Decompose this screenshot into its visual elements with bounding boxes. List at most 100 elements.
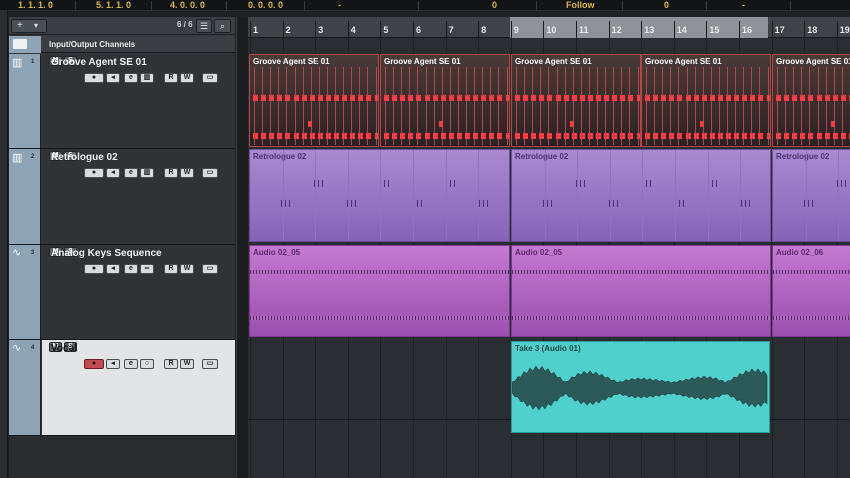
- channel-settings-button[interactable]: ▭: [202, 264, 218, 274]
- record-enable-button[interactable]: ●: [84, 73, 104, 83]
- part-title: Audio 02_05: [515, 248, 563, 257]
- track-visibility-button[interactable]: ☰: [196, 19, 212, 33]
- midi-note: [301, 95, 307, 101]
- midi-note: [317, 133, 323, 139]
- midi-part-groove-agent[interactable]: Groove Agent SE 01: [511, 54, 641, 147]
- position-display[interactable]: 0. 0. 0. 0: [248, 0, 283, 11]
- midi-note: [604, 95, 610, 101]
- audio-take[interactable]: Take 3 (Audio 01): [511, 341, 770, 433]
- link-button[interactable]: ∞: [140, 264, 154, 274]
- circle-icon: ○: [144, 360, 150, 367]
- track-row-3[interactable]: ∿ 3 M S Analog Keys Sequence ● ◂ e ∞ R W…: [9, 245, 235, 340]
- bar-number: 11: [579, 25, 589, 35]
- midi-note: [325, 95, 331, 101]
- channel-settings-button[interactable]: ▭: [202, 168, 218, 178]
- midi-note: [277, 95, 283, 101]
- track-row-1[interactable]: ▥ 1 M S Groove Agent SE 01 ● ◂ e ▥ R W ▭: [9, 54, 235, 149]
- midi-note: [776, 133, 781, 139]
- monitor-button[interactable]: ◂: [106, 359, 120, 369]
- write-automation-button[interactable]: W: [180, 264, 194, 274]
- midi-note: [439, 121, 443, 127]
- record-enable-button[interactable]: ●: [84, 264, 104, 274]
- midi-note: [653, 95, 659, 101]
- follow-toggle[interactable]: Follow: [566, 0, 595, 11]
- write-automation-button[interactable]: W: [180, 168, 194, 178]
- midi-note: [831, 121, 835, 127]
- midi-note: [350, 95, 356, 101]
- transport-field-c: 0: [664, 0, 670, 10]
- left-locator[interactable]: 1. 1. 1. 0: [18, 0, 53, 11]
- midi-note: [400, 95, 406, 101]
- mixer-icon: ▭: [206, 265, 214, 272]
- channel-settings-button[interactable]: ▭: [202, 73, 218, 83]
- instrument-button[interactable]: ▥: [140, 168, 154, 178]
- edit-button[interactable]: e: [124, 359, 138, 369]
- waveform: [250, 316, 509, 320]
- read-automation-button[interactable]: R: [164, 359, 178, 369]
- midi-note: [325, 133, 331, 139]
- midi-note: [784, 95, 790, 101]
- midi-note: [465, 95, 470, 101]
- edit-button[interactable]: e: [124, 168, 138, 178]
- midi-part-retrologue[interactable]: Retrologue 02: [511, 149, 771, 242]
- lanes-button[interactable]: ○: [140, 359, 154, 369]
- part-title: Groove Agent SE 01: [253, 57, 330, 66]
- midi-note: [450, 180, 451, 187]
- audio-event[interactable]: Audio 02_05: [249, 245, 510, 337]
- midi-note: [408, 133, 414, 139]
- midi-part-retrologue[interactable]: Retrologue 02: [249, 149, 510, 242]
- bar-number: 16: [742, 25, 753, 35]
- right-locator[interactable]: 5. 1. 1. 0: [96, 0, 131, 11]
- monitor-button[interactable]: ◂: [106, 73, 120, 83]
- midi-note: [351, 200, 352, 207]
- track-name[interactable]: Vocal: [51, 343, 77, 354]
- read-automation-button[interactable]: R: [164, 264, 178, 274]
- bar-number: 8: [481, 25, 487, 35]
- tracklist-empty-area: [9, 436, 235, 478]
- channel-settings-button[interactable]: ▭: [202, 359, 218, 369]
- midi-part-retrologue[interactable]: Retrologue 02: [772, 149, 850, 242]
- midi-note: [587, 133, 593, 139]
- track-name[interactable]: Analog Keys Sequence: [51, 248, 162, 259]
- read-automation-button[interactable]: R: [164, 168, 178, 178]
- midi-note: [645, 133, 650, 139]
- edit-button[interactable]: e: [124, 73, 138, 83]
- timeline-ruler[interactable]: 1 2 3 4 5 6 7 8 9 10 11 12 13 14 15 16 17 18 19: [248, 17, 850, 38]
- record-enable-button[interactable]: ●: [84, 359, 104, 369]
- midi-part-groove-agent[interactable]: Groove Agent SE 01: [641, 54, 771, 147]
- midi-note: [571, 133, 577, 139]
- read-automation-button[interactable]: R: [164, 73, 178, 83]
- search-button[interactable]: ⌕: [214, 19, 231, 33]
- midi-part-groove-agent[interactable]: Groove Agent SE 01: [249, 54, 379, 147]
- record-icon: ●: [91, 265, 97, 272]
- write-automation-button[interactable]: W: [180, 73, 194, 83]
- midi-note: [350, 133, 356, 139]
- midi-note: [812, 200, 813, 207]
- monitor-button[interactable]: ◂: [106, 168, 120, 178]
- midi-part-groove-agent[interactable]: Groove Agent SE 01: [380, 54, 510, 147]
- midi-note: [358, 95, 364, 101]
- arrange-view[interactable]: Groove Agent SE 01 Groove Agent SE 01 Groo…: [248, 38, 850, 478]
- zone-divider[interactable]: [236, 17, 248, 478]
- ruler-tick: [836, 21, 838, 38]
- bar-number: 3: [318, 25, 324, 35]
- track-row-2[interactable]: ▥ 2 M S Retrologue 02 ● ◂ e ▥ R W ▭: [9, 149, 235, 245]
- instrument-track-icon: ▥: [12, 152, 23, 164]
- audio-event[interactable]: Audio 02_06: [772, 245, 850, 337]
- midi-note: [374, 133, 378, 139]
- write-automation-button[interactable]: W: [180, 359, 194, 369]
- add-track-button[interactable]: + ▾: [11, 19, 47, 33]
- track-name[interactable]: Groove Agent SE 01: [51, 57, 147, 68]
- track-row-4[interactable]: ∿ 4 M S Vocal ● ◂ e ○ R W ▭: [9, 340, 235, 436]
- midi-note: [392, 95, 398, 101]
- record-enable-button[interactable]: ●: [84, 168, 104, 178]
- folder-track-row[interactable]: Input/Output Channels: [9, 36, 235, 53]
- track-name[interactable]: Retrologue 02: [51, 152, 118, 163]
- midi-note: [840, 133, 846, 139]
- length-display[interactable]: 4. 0. 0. 0: [170, 0, 205, 11]
- edit-button[interactable]: e: [124, 264, 138, 274]
- instrument-button[interactable]: ▥: [140, 73, 154, 83]
- audio-event[interactable]: Audio 02_05: [511, 245, 771, 337]
- monitor-button[interactable]: ◂: [106, 264, 120, 274]
- midi-part-groove-agent[interactable]: Groove Agent SE 01: [772, 54, 850, 147]
